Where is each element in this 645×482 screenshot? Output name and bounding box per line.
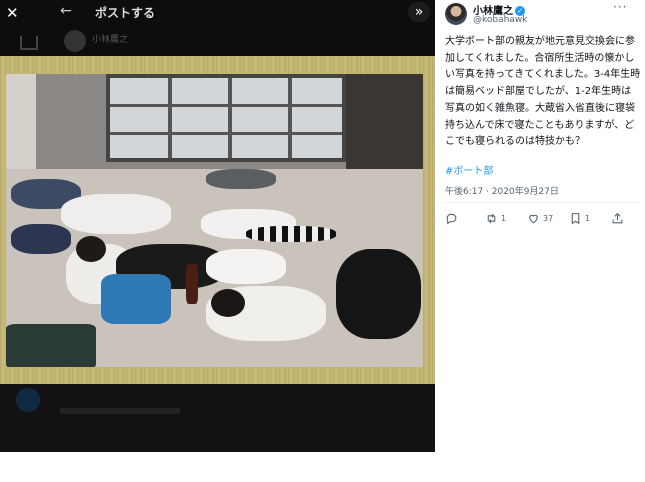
reply-icon	[446, 213, 457, 225]
close-icon[interactable]: ✕	[6, 4, 24, 22]
photo-figure	[246, 226, 336, 242]
photo-left-wall	[6, 74, 36, 184]
share-button[interactable]	[611, 212, 627, 225]
background-avatar	[64, 30, 86, 52]
back-arrow-icon[interactable]: ←	[60, 3, 72, 19]
hashtag-link[interactable]: #ボート部	[445, 162, 493, 177]
divider	[441, 202, 641, 203]
photo-figure	[101, 274, 171, 324]
background-tweet-area	[0, 384, 435, 452]
action-bar: 1 37 1	[445, 212, 635, 228]
expand-icon[interactable]: »	[408, 2, 430, 22]
like-button[interactable]: 37	[527, 212, 553, 225]
user-handle[interactable]: @kobahawk	[473, 15, 527, 25]
media-photo[interactable]	[6, 74, 423, 367]
more-options-icon[interactable]: ···	[613, 0, 627, 14]
photo-window	[106, 74, 346, 162]
home-icon	[20, 36, 38, 50]
media-viewer: ✕ ← ポストする » 小林鷹之	[0, 0, 435, 452]
bookmark-icon	[571, 213, 580, 225]
photo-figure	[76, 236, 106, 262]
photo-figure	[206, 169, 276, 189]
tweet-panel: 小林鷹之 ✓ @kobahawk ··· 大学ボート部の親友が地元意見交換会に参加…	[435, 0, 645, 482]
background-display-name: 小林鷹之	[92, 35, 129, 45]
photo-figure	[336, 249, 421, 339]
photo-figure	[61, 194, 171, 234]
photo-figure	[206, 249, 286, 284]
background-reply-avatar	[16, 388, 40, 412]
like-count: 37	[543, 214, 554, 223]
reply-button[interactable]	[445, 212, 461, 225]
tweet-timestamp[interactable]: 午後6:17 · 2020年9月27日	[445, 184, 559, 197]
avatar[interactable]	[445, 3, 467, 25]
photo-figure	[186, 264, 198, 304]
bookmark-count: 1	[585, 214, 591, 223]
retweet-button[interactable]: 1	[485, 212, 506, 225]
photo-figure	[211, 289, 245, 317]
viewer-title: ポストする	[95, 6, 156, 20]
retweet-icon	[487, 213, 496, 224]
like-icon	[529, 214, 538, 224]
share-icon	[612, 212, 623, 224]
photo-figure	[11, 224, 71, 254]
bookmark-button[interactable]: 1	[569, 212, 590, 225]
tweet-text: 大学ボート部の親友が地元意見交換会に参加してくれました。合宿所生活時の懐かしい写…	[445, 36, 641, 148]
background-placeholder	[60, 408, 180, 414]
photo-figure	[6, 324, 96, 367]
retweet-count: 1	[501, 214, 507, 223]
